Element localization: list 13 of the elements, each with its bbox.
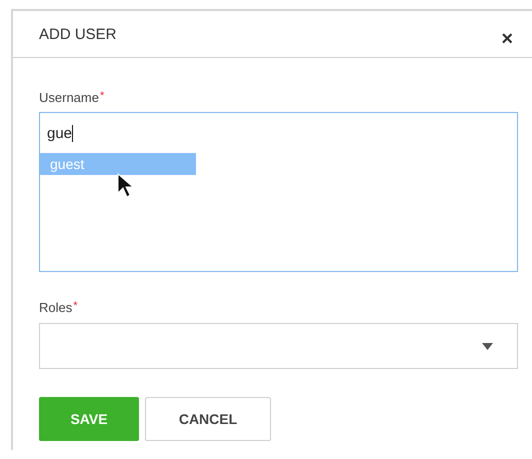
mouse-pointer-icon bbox=[117, 173, 135, 199]
text-caret bbox=[72, 124, 74, 142]
roles-select[interactable] bbox=[39, 323, 518, 369]
cancel-button[interactable]: CANCEL bbox=[145, 397, 271, 441]
username-field[interactable]: gue guest bbox=[39, 112, 518, 272]
typed-text: gue bbox=[47, 124, 72, 142]
dialog-title: ADD USER bbox=[39, 26, 117, 42]
dropdown-caret-icon bbox=[482, 342, 493, 350]
field-label: Username bbox=[39, 90, 99, 105]
required-mark: * bbox=[100, 90, 104, 104]
close-button[interactable]: × bbox=[501, 28, 513, 50]
field-label: Roles bbox=[39, 300, 72, 315]
required-mark: * bbox=[73, 300, 78, 314]
